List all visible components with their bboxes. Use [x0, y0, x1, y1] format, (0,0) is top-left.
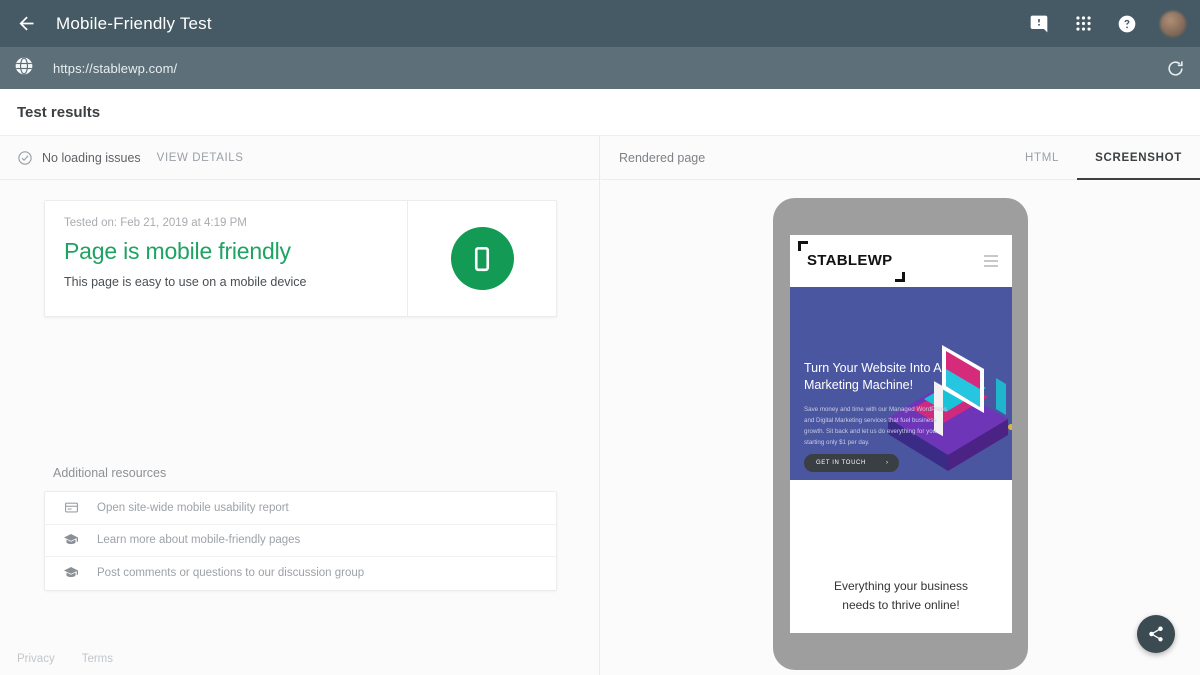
logo-bracket-top-left-icon — [798, 241, 808, 251]
stablewp-logo: STABLEWP — [798, 241, 906, 282]
additional-resources-list: Open site-wide mobile usability report L… — [44, 491, 557, 591]
get-in-touch-button[interactable]: GET IN TOUCH › — [804, 454, 899, 472]
site-hero: Turn Your Website Into A Marketing Machi… — [790, 287, 1012, 480]
list-item[interactable]: Learn more about mobile-friendly pages — [45, 525, 556, 557]
logo-text: STABLE — [807, 252, 868, 269]
check-circle-icon — [17, 150, 33, 166]
site-navbar: STABLEWP — [790, 235, 1012, 287]
phone-screen: STABLEWP Turn Your Website Into A Market… — [790, 235, 1012, 633]
footer-links: Privacy Terms — [17, 653, 113, 665]
terms-link[interactable]: Terms — [82, 653, 113, 665]
right-pane: Rendered page HTML SCREENSHOT STABLEWP T… — [601, 136, 1200, 675]
left-pane: No loading issues VIEW DETAILS Tested on… — [0, 136, 600, 675]
hero-body-text: Save money and time with our Managed Wor… — [804, 406, 947, 446]
result-card-main: Tested on: Feb 21, 2019 at 4:19 PM Page … — [45, 201, 407, 316]
tab-html[interactable]: HTML — [1007, 136, 1077, 179]
rendered-page-header: Rendered page HTML SCREENSHOT — [601, 136, 1200, 180]
phone-mockup: STABLEWP Turn Your Website Into A Market… — [773, 198, 1028, 670]
help-circle-icon[interactable] — [1116, 13, 1138, 35]
hero-heading: Turn Your Website Into A Marketing Machi… — [804, 361, 941, 392]
globe-icon — [14, 56, 34, 81]
logo-bracket-bottom-right-icon — [895, 272, 906, 282]
hamburger-menu-icon[interactable] — [984, 255, 998, 270]
tagline-line-2: needs to thrive online! — [842, 597, 960, 612]
view-details-link[interactable]: VIEW DETAILS — [157, 152, 244, 164]
list-item-label: Post comments or questions to our discus… — [97, 567, 365, 580]
result-badge — [407, 201, 556, 316]
apps-grid-icon[interactable] — [1072, 13, 1094, 35]
tagline-line-1: Everything your business — [833, 578, 969, 593]
school-cap-icon — [45, 565, 97, 581]
preview-tabs: HTML SCREENSHOT — [1007, 136, 1200, 180]
app-bar: Mobile-Friendly Test — [0, 0, 1200, 47]
list-item-label: Open site-wide mobile usability report — [97, 501, 289, 514]
reload-icon[interactable] — [1164, 57, 1186, 79]
chevron-right-icon: › — [886, 460, 888, 466]
loading-status-text: No loading issues — [42, 150, 141, 165]
url-text: https://stablewp.com/ — [53, 60, 178, 76]
feedback-icon[interactable] — [1028, 13, 1050, 35]
url-bar[interactable]: https://stablewp.com/ — [0, 47, 1200, 89]
list-item[interactable]: Post comments or questions to our discus… — [45, 557, 556, 590]
list-item-label: Learn more about mobile-friendly pages — [97, 534, 301, 547]
verdict-subtitle: This page is easy to use on a mobile dev… — [64, 275, 307, 289]
test-results-title: Test results — [17, 103, 101, 121]
additional-resources-title: Additional resources — [53, 466, 167, 480]
verdict-headline: Page is mobile friendly — [64, 238, 291, 264]
test-results-header: Test results — [0, 89, 1200, 136]
tested-on-text: Tested on: Feb 21, 2019 at 4:19 PM — [64, 217, 247, 229]
rendered-page-title: Rendered page — [619, 150, 706, 165]
share-button[interactable] — [1137, 615, 1175, 653]
tab-screenshot[interactable]: SCREENSHOT — [1077, 136, 1200, 180]
mobile-friendly-test-page: Mobile-Friendly Test https://stablewp.co… — [0, 0, 1200, 675]
share-icon — [1149, 626, 1163, 642]
app-bar-actions — [1028, 10, 1200, 37]
mobile-phone-icon — [450, 227, 514, 290]
account-avatar[interactable] — [1160, 10, 1186, 37]
list-item[interactable]: Open site-wide mobile usability report — [45, 492, 556, 525]
hero-illustration — [888, 345, 1012, 471]
result-card: Tested on: Feb 21, 2019 at 4:19 PM Page … — [44, 200, 557, 317]
privacy-link[interactable]: Privacy — [17, 653, 55, 665]
school-cap-icon — [45, 532, 97, 548]
site-bottom-section: Everything your business needs to thrive… — [790, 480, 1012, 633]
cta-label: GET IN TOUCH — [816, 460, 866, 466]
report-card-icon — [45, 500, 97, 515]
back-arrow-icon[interactable] — [14, 12, 38, 36]
page-title: Mobile-Friendly Test — [56, 13, 212, 33]
tagline: Everything your business needs to thrive… — [790, 577, 1012, 615]
loading-status-strip: No loading issues VIEW DETAILS — [0, 136, 599, 180]
logo-text-accent: WP — [867, 252, 893, 269]
